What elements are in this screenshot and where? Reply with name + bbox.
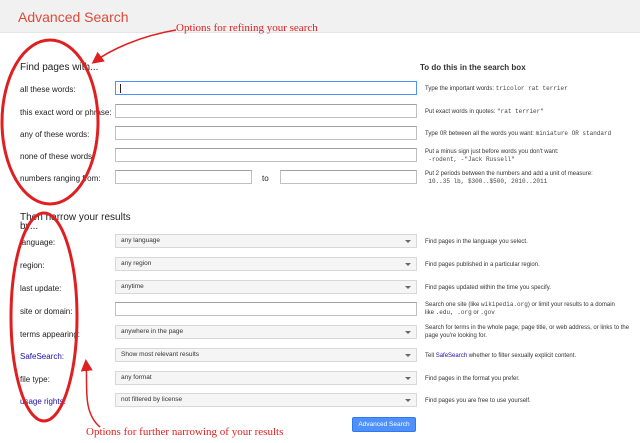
arrow-top [91,29,177,64]
arrow-bottom [80,359,101,428]
ellipse-narrow-section [9,211,79,423]
ellipse-find-section [0,38,100,206]
annotation-overlay [0,29,177,428]
